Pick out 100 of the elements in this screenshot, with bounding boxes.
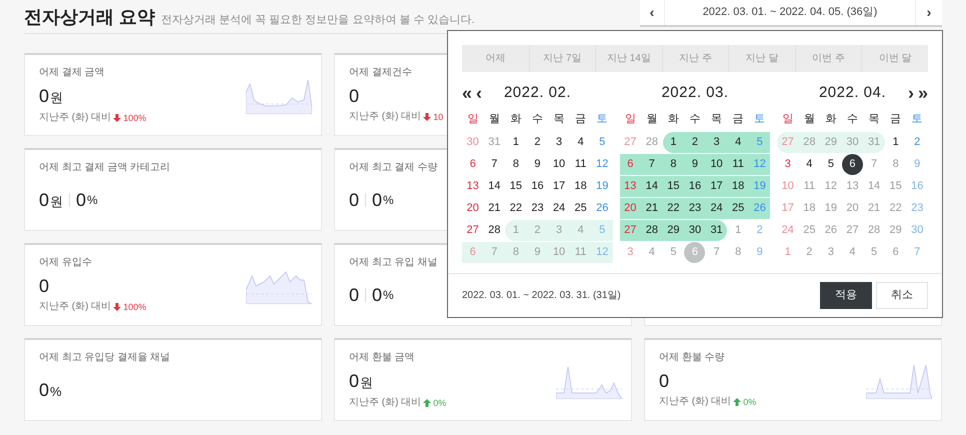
calendar-day[interactable]: 30 [842, 132, 864, 153]
calendar-day[interactable]: 2 [798, 242, 820, 263]
calendar-day[interactable]: 9 [748, 242, 770, 263]
calendar-day[interactable]: 20 [842, 198, 864, 219]
preset-tab[interactable]: 지난 달 [728, 45, 795, 72]
calendar-day[interactable]: 15 [884, 176, 906, 197]
calendar-day[interactable]: 12 [820, 176, 842, 197]
calendar-day[interactable]: 8 [727, 242, 749, 263]
calendar-day[interactable]: 9 [526, 154, 548, 175]
calendar-day[interactable]: 2 [526, 132, 548, 153]
calendar-day[interactable]: 12 [591, 242, 613, 263]
calendar-day[interactable]: 7 [706, 242, 728, 263]
calendar-day[interactable]: 8 [662, 154, 684, 175]
calendar-day[interactable]: 22 [662, 198, 684, 219]
calendar-day[interactable]: 9 [526, 242, 548, 263]
calendar-day[interactable]: 2 [748, 220, 770, 241]
calendar-day[interactable]: 21 [484, 198, 506, 219]
calendar-day[interactable]: 13 [462, 176, 484, 197]
preset-tab[interactable]: 이번 달 [861, 45, 928, 72]
last-page-button[interactable]: » [918, 84, 928, 102]
calendar-day[interactable]: 25 [727, 198, 749, 219]
calendar-day[interactable]: 9 [684, 154, 706, 175]
calendar-day[interactable]: 26 [591, 198, 613, 219]
calendar-day[interactable]: 31 [706, 220, 728, 241]
calendar-day[interactable]: 14 [641, 176, 663, 197]
calendar-day[interactable]: 7 [484, 242, 506, 263]
calendar-day[interactable]: 13 [620, 176, 642, 197]
calendar-day[interactable]: 5 [748, 132, 770, 153]
calendar-day[interactable]: 23 [906, 198, 928, 219]
previous-page-button[interactable]: ‹ [474, 84, 484, 102]
calendar-day[interactable]: 30 [462, 132, 484, 153]
calendar-day[interactable]: 7 [863, 154, 885, 175]
calendar-day[interactable]: 7 [641, 154, 663, 175]
calendar-day[interactable]: 7 [906, 242, 928, 263]
calendar-day[interactable]: 23 [526, 198, 548, 219]
calendar-day[interactable]: 29 [662, 220, 684, 241]
calendar-day[interactable]: 6 [462, 242, 484, 263]
calendar-day[interactable]: 1 [505, 132, 527, 153]
calendar-day[interactable]: 4 [798, 154, 820, 175]
calendar-day[interactable]: 8 [884, 154, 906, 175]
calendar-day[interactable]: 7 [484, 154, 506, 175]
calendar-day[interactable]: 28 [863, 220, 885, 241]
calendar-day[interactable]: 8 [505, 154, 527, 175]
calendar-day[interactable]: 1 [884, 132, 906, 153]
calendar-day[interactable]: 5 [591, 132, 613, 153]
calendar-day[interactable]: 22 [505, 198, 527, 219]
calendar-day[interactable]: 4 [727, 132, 749, 153]
calendar-day[interactable]: 6 [462, 154, 484, 175]
calendar-day[interactable]: 10 [777, 176, 799, 197]
calendar-day[interactable]: 13 [842, 176, 864, 197]
calendar-day[interactable]: 3 [620, 242, 642, 263]
calendar-day[interactable]: 15 [662, 176, 684, 197]
calendar-day[interactable]: 27 [777, 132, 799, 153]
calendar-day[interactable]: 3 [548, 220, 570, 241]
calendar-day[interactable]: 9 [906, 154, 928, 175]
next-page-button[interactable]: › [906, 84, 916, 102]
calendar-day[interactable]: 4 [570, 220, 592, 241]
calendar-day[interactable]: 24 [706, 198, 728, 219]
calendar-day[interactable]: 11 [570, 242, 592, 263]
calendar-day[interactable]: 17 [777, 198, 799, 219]
calendar-day[interactable]: 1 [662, 132, 684, 153]
calendar-day[interactable]: 5 [820, 154, 842, 175]
calendar-day[interactable]: 1 [727, 220, 749, 241]
calendar-day[interactable]: 28 [641, 220, 663, 241]
calendar-day[interactable]: 1 [505, 220, 527, 241]
apply-button[interactable]: 적용 [820, 282, 872, 309]
calendar-day[interactable]: 19 [748, 176, 770, 197]
calendar-day[interactable]: 6 [884, 242, 906, 263]
calendar-day[interactable]: 28 [484, 220, 506, 241]
previous-range-button[interactable]: ‹ [640, 0, 665, 25]
calendar-day[interactable]: 19 [820, 198, 842, 219]
calendar-day[interactable]: 11 [798, 176, 820, 197]
calendar-day[interactable]: 21 [641, 198, 663, 219]
calendar-day[interactable]: 3 [820, 242, 842, 263]
calendar-day[interactable]: 31 [863, 132, 885, 153]
preset-tab[interactable]: 지난 7일 [528, 45, 596, 72]
calendar-day[interactable]: 16 [526, 176, 548, 197]
calendar-day[interactable]: 26 [820, 220, 842, 241]
calendar-day[interactable]: 29 [820, 132, 842, 153]
calendar-day[interactable]: 5 [863, 242, 885, 263]
calendar-day[interactable]: 16 [684, 176, 706, 197]
calendar-day[interactable]: 10 [548, 242, 570, 263]
calendar-day[interactable]: 12 [591, 154, 613, 175]
calendar-day[interactable]: 3 [548, 132, 570, 153]
cancel-button[interactable]: 취소 [876, 282, 928, 309]
calendar-day[interactable]: 19 [591, 176, 613, 197]
calendar-day[interactable]: 10 [548, 154, 570, 175]
calendar-day[interactable]: 30 [906, 220, 928, 241]
calendar-day[interactable]: 27 [620, 220, 642, 241]
calendar-day[interactable]: 18 [570, 176, 592, 197]
calendar-day[interactable]: 1 [777, 242, 799, 263]
next-range-button[interactable]: › [915, 0, 942, 25]
calendar-day[interactable]: 5 [591, 220, 613, 241]
calendar-day[interactable]: 27 [842, 220, 864, 241]
calendar-day[interactable]: 26 [748, 198, 770, 219]
calendar-day[interactable]: 3 [706, 132, 728, 153]
calendar-day[interactable]: 14 [863, 176, 885, 197]
calendar-day[interactable]: 27 [462, 220, 484, 241]
preset-tab[interactable]: 지난 14일 [595, 45, 662, 72]
calendar-day[interactable]: 6 [684, 242, 706, 263]
